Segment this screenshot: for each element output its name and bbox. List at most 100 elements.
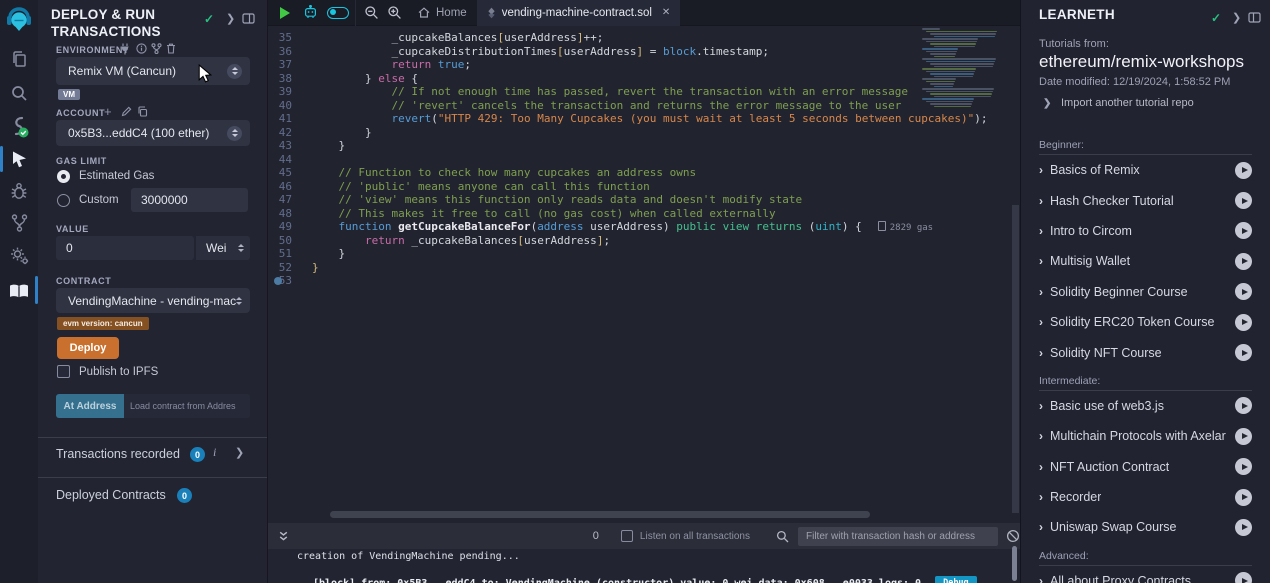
settings-icon[interactable] [0, 238, 38, 272]
account-select[interactable]: 0x5B3...eddC4 (100 ether) [56, 120, 250, 146]
zoom-out-icon[interactable] [364, 5, 379, 20]
line-number[interactable]: 45 [268, 166, 312, 180]
close-tab-icon[interactable]: ✕ [662, 7, 670, 18]
sign-message-pencil-icon[interactable] [121, 106, 132, 117]
environment-info-icon[interactable] [136, 43, 147, 54]
line-number[interactable]: 40 [268, 99, 312, 113]
tutorial-item[interactable]: ›All about Proxy Contracts [1039, 566, 1252, 583]
play-tutorial-button[interactable] [1235, 253, 1252, 270]
clear-console-ban-icon[interactable] [1006, 529, 1020, 543]
play-tutorial-button[interactable] [1235, 572, 1252, 583]
tutorial-item[interactable]: ›Solidity ERC20 Token Course [1039, 307, 1252, 337]
line-number[interactable]: 42 [268, 126, 312, 140]
delete-state-trash-icon[interactable] [166, 43, 176, 54]
panel-expand-icon[interactable]: ❯ [226, 12, 235, 25]
value-input[interactable] [56, 236, 194, 260]
play-tutorial-button[interactable] [1235, 222, 1252, 239]
deploy-button[interactable]: Deploy [57, 337, 119, 359]
fork-state-icon[interactable] [151, 43, 162, 54]
editor-vertical-scrollbar[interactable] [1012, 205, 1019, 513]
tutorial-item[interactable]: ›Solidity NFT Course [1039, 337, 1252, 367]
pin-panel-icon[interactable] [242, 13, 255, 24]
play-tutorial-button[interactable] [1235, 283, 1252, 300]
add-account-plus-icon[interactable]: + [104, 104, 112, 119]
transactions-expand-icon[interactable]: ❯ [235, 446, 244, 459]
tab-home[interactable]: Home [408, 0, 477, 26]
line-number[interactable]: 48 [268, 207, 312, 221]
publish-ipfs-checkbox[interactable] [57, 365, 70, 378]
tutorial-item[interactable]: ›Solidity Beginner Course [1039, 277, 1252, 307]
line-number[interactable]: 43 [268, 139, 312, 153]
chevron-right-icon[interactable]: ❯ [1043, 98, 1051, 109]
custom-gas-input[interactable] [131, 188, 248, 212]
line-number[interactable]: 38 [268, 72, 312, 86]
code-editor[interactable]: 35 _cupcakeBalances[userAddress]++;36 _c… [268, 26, 1020, 523]
play-tutorial-button[interactable] [1235, 458, 1252, 475]
line-number[interactable]: 39 [268, 85, 312, 99]
line-number[interactable]: 46 [268, 180, 312, 194]
custom-gas-radio[interactable] [57, 194, 70, 207]
debugger-icon[interactable] [0, 174, 38, 208]
environment-select[interactable]: Remix VM (Cancun) [56, 57, 250, 85]
copy-account-icon[interactable] [137, 106, 148, 117]
tutorial-item[interactable]: ›Basic use of web3.js [1039, 391, 1252, 421]
line-number[interactable]: 50 [268, 234, 312, 248]
tutorial-item[interactable]: ›Uniswap Swap Course [1039, 512, 1252, 542]
tutorial-item[interactable]: ›Hash Checker Tutorial [1039, 185, 1252, 215]
pin-panel-icon[interactable] [1248, 12, 1261, 23]
zoom-in-icon[interactable] [387, 5, 402, 20]
contract-select[interactable]: VendingMachine - vending-machin [56, 288, 250, 313]
line-number[interactable]: 37 [268, 58, 312, 72]
play-tutorial-button[interactable] [1235, 162, 1252, 179]
tutorial-item[interactable]: ›Basics of Remix [1039, 155, 1252, 185]
line-number[interactable]: 52 [268, 261, 312, 275]
learneth-book-icon[interactable] [0, 274, 38, 308]
import-tutorial-label[interactable]: Import another tutorial repo [1061, 97, 1194, 109]
tutorial-item[interactable]: ›Recorder [1039, 482, 1252, 512]
listen-transactions-checkbox[interactable] [621, 530, 633, 542]
terminal-search-icon[interactable] [776, 530, 789, 543]
terminal-scrollbar[interactable] [1012, 546, 1017, 581]
line-number[interactable]: 35 [268, 31, 312, 45]
line-number[interactable]: 49 [268, 220, 312, 234]
collapse-terminal-icon[interactable] [278, 531, 289, 542]
play-tutorial-button[interactable] [1235, 489, 1252, 506]
tutorial-item[interactable]: ›Multichain Protocols with Axelar [1039, 421, 1252, 451]
panel-expand-icon[interactable]: ❯ [1232, 11, 1241, 24]
line-number[interactable]: 44 [268, 153, 312, 167]
tutorial-item[interactable]: ›Multisig Wallet [1039, 246, 1252, 276]
deploy-run-icon[interactable] [0, 142, 38, 176]
git-icon[interactable] [0, 206, 38, 240]
breakpoint-dot[interactable] [274, 277, 282, 285]
value-unit-select[interactable]: Wei [195, 236, 250, 260]
line-number[interactable]: 41 [268, 112, 312, 126]
transactions-info-icon[interactable]: i [213, 445, 216, 460]
tab-file-active[interactable]: vending-machine-contract.sol ✕ [477, 0, 681, 26]
play-tutorial-button[interactable] [1235, 344, 1252, 361]
play-tutorial-button[interactable] [1235, 428, 1252, 445]
line-number[interactable]: 51 [268, 247, 312, 261]
file-explorer-icon[interactable] [0, 42, 38, 76]
play-tutorial-button[interactable] [1235, 519, 1252, 536]
remix-logo-icon[interactable] [0, 3, 38, 37]
play-tutorial-button[interactable] [1235, 397, 1252, 414]
terminal-filter-input[interactable] [798, 527, 998, 546]
play-tutorial-button[interactable] [1235, 314, 1252, 331]
line-number[interactable]: 47 [268, 193, 312, 207]
minimap[interactable] [920, 28, 1006, 112]
tutorial-item[interactable]: ›Intro to Circom [1039, 216, 1252, 246]
at-address-button[interactable]: At Address [56, 394, 124, 418]
copilot-toggle[interactable] [327, 7, 349, 19]
run-script-play-icon[interactable] [280, 7, 290, 19]
horizontal-scrollbar[interactable] [330, 511, 870, 518]
solidity-compiler-icon[interactable] [0, 110, 38, 144]
debug-button[interactable]: Debug [935, 576, 977, 583]
at-address-input[interactable] [124, 394, 250, 418]
plug-icon[interactable] [120, 43, 130, 55]
line-number[interactable]: 36 [268, 45, 312, 59]
estimated-gas-radio[interactable] [57, 170, 70, 183]
play-tutorial-button[interactable] [1235, 192, 1252, 209]
ai-copilot-robot-icon[interactable] [303, 5, 318, 20]
search-icon[interactable] [0, 76, 38, 110]
tutorial-item[interactable]: ›NFT Auction Contract [1039, 452, 1252, 482]
